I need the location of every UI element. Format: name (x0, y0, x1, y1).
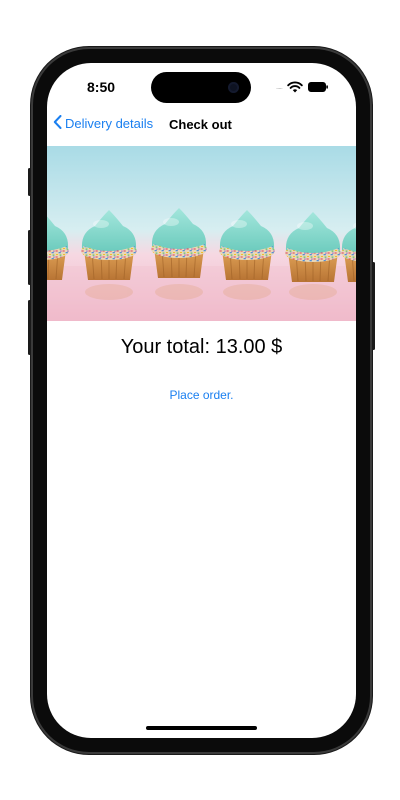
power-button (372, 262, 375, 350)
status-icons: ..... (276, 80, 328, 94)
front-camera (228, 82, 239, 93)
home-indicator[interactable] (146, 726, 257, 730)
navigation-bar: Delivery details Check out (47, 115, 356, 135)
back-button[interactable]: Delivery details (53, 115, 153, 132)
cupcakes-image (47, 146, 356, 321)
dynamic-island (151, 72, 251, 103)
order-total: Your total: 13.00 $ (120, 336, 283, 358)
battery-icon (308, 82, 328, 92)
app-screen: 8:50 ..... Delivery details Check out Yo… (47, 63, 356, 738)
signal-icon: ..... (275, 82, 283, 91)
back-button-label: Delivery details (65, 116, 154, 131)
action-button (28, 168, 31, 196)
chevron-left-icon (53, 115, 62, 132)
wifi-icon (287, 81, 303, 93)
page-title: Check out (169, 117, 232, 132)
volume-up-button (28, 230, 31, 285)
volume-down-button (28, 300, 31, 355)
status-time: 8:50 (87, 79, 116, 95)
place-order-button[interactable]: Place order. (47, 388, 356, 402)
